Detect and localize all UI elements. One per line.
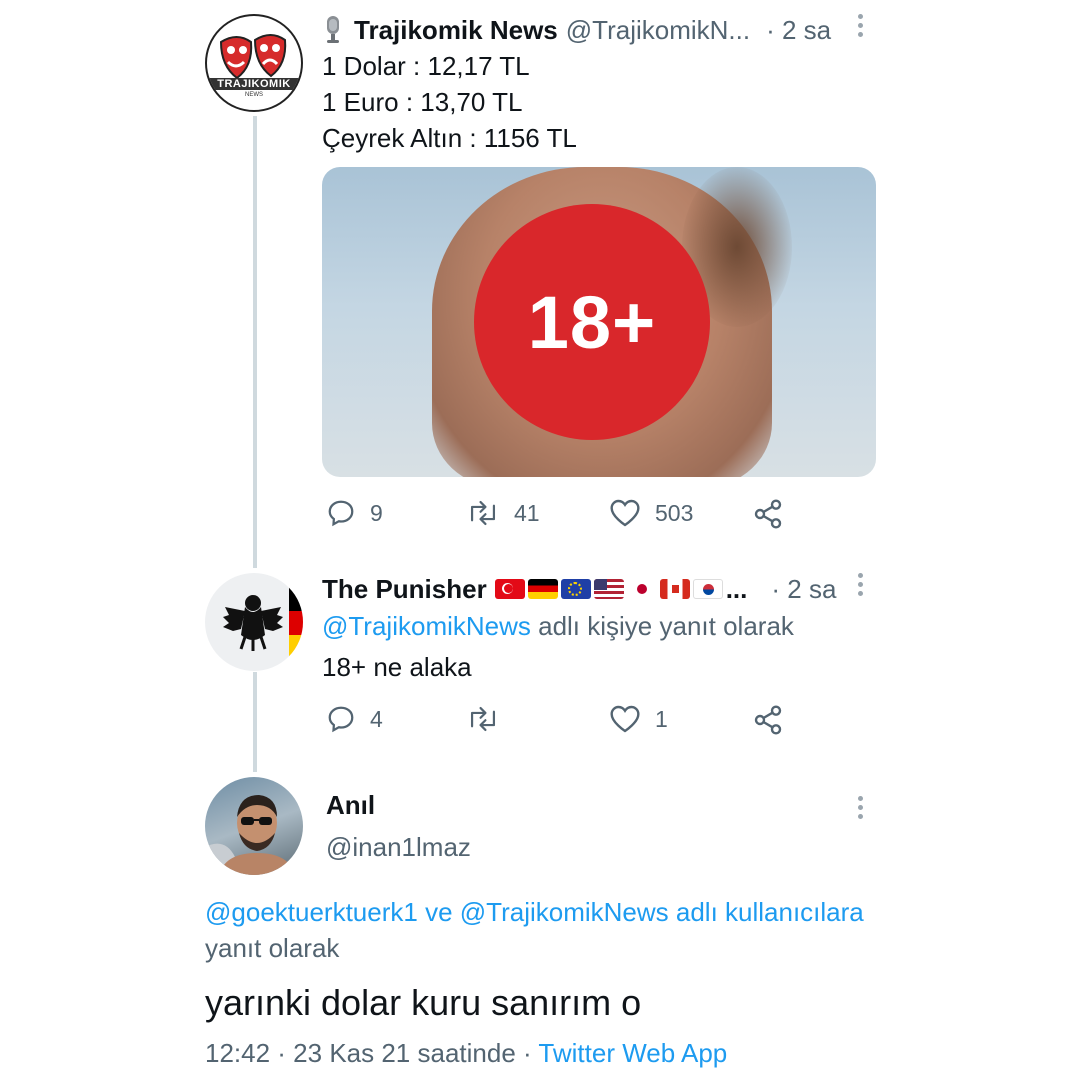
tweet-media[interactable]: 18+ xyxy=(322,167,876,477)
tweet-time[interactable]: · 2 sa xyxy=(771,574,836,605)
retweet-button[interactable] xyxy=(466,704,514,734)
eagle-coat-of-arms-icon xyxy=(223,587,303,659)
avatar-trajikomik[interactable]: TRAJIKOMIK NEWS xyxy=(205,14,303,112)
tweet-header: The Punisher ... · 2 sa xyxy=(322,571,836,607)
tweet-text: yarınki dolar kuru sanırım o xyxy=(205,982,642,1023)
reply-mention-2[interactable]: @TrajikomikNews xyxy=(460,897,669,927)
share-button[interactable] xyxy=(752,704,784,736)
age-restriction-badge: 18+ xyxy=(474,204,710,440)
like-button[interactable]: 1 xyxy=(609,704,668,734)
tweet-text: 18+ ne alaka xyxy=(322,652,472,682)
age-badge-label: 18+ xyxy=(527,280,657,364)
user-photo-icon xyxy=(205,795,295,875)
thread-connector-1 xyxy=(253,116,257,568)
reply-icon xyxy=(328,500,354,527)
reply-context-line2: yanıt olarak xyxy=(205,933,340,963)
avatar-logo-text: TRAJIKOMIK xyxy=(207,78,301,90)
reply-context: @goektuerktuerk1 ve @TrajikomikNews adlı… xyxy=(205,894,864,930)
retweet-icon xyxy=(470,500,496,526)
avatar-punisher[interactable] xyxy=(205,573,303,671)
author-name[interactable]: Anıl xyxy=(326,790,375,821)
author-handle[interactable]: @inan1lmaz xyxy=(326,832,471,863)
reply-button[interactable]: 9 xyxy=(326,498,383,528)
tweet-timestamp[interactable]: 12:42 · 23 Kas 21 saatinde · xyxy=(205,1038,538,1068)
more-options-icon[interactable] xyxy=(856,573,866,600)
like-button[interactable]: 503 xyxy=(609,498,693,528)
tweet-timestamp-row: 12:42 · 23 Kas 21 saatinde · Twitter Web… xyxy=(205,1035,727,1071)
tweet-source[interactable]: Twitter Web App xyxy=(538,1038,727,1068)
japan-flag-icon xyxy=(626,579,657,599)
share-icon xyxy=(754,705,782,735)
text-line-euro: 1 Euro : 13,70 TL xyxy=(322,87,523,117)
heart-icon xyxy=(610,705,640,733)
tweet-header: Trajikomik News @TrajikomikN... · 2 sa xyxy=(322,12,831,48)
reply-to-suffix: adlı kişiye yanıt olarak xyxy=(530,611,794,641)
eu-flag-icon xyxy=(560,579,591,599)
reply-mention-1[interactable]: @goektuerktuerk1 xyxy=(205,897,418,927)
retweet-count: 41 xyxy=(514,499,540,526)
turkey-flag-icon xyxy=(494,579,525,599)
like-count: 503 xyxy=(655,499,694,526)
usa-flag-icon xyxy=(593,579,624,599)
author-name[interactable]: The Punisher xyxy=(322,574,487,605)
retweet-button[interactable]: 41 xyxy=(466,498,540,528)
heart-icon xyxy=(610,499,640,527)
reply-button[interactable]: 4 xyxy=(326,704,383,734)
microphone-icon xyxy=(327,16,339,43)
tweet-time[interactable]: · 2 sa xyxy=(766,15,831,46)
germany-flag-icon xyxy=(527,579,558,599)
like-count: 1 xyxy=(655,705,668,732)
reply-count: 9 xyxy=(370,499,383,526)
canada-flag-icon xyxy=(659,579,690,599)
avatar-anil[interactable] xyxy=(205,777,303,875)
reply-conjunction: ve xyxy=(417,897,460,927)
reply-count: 4 xyxy=(370,705,383,732)
author-handle[interactable]: @TrajikomikN... xyxy=(566,15,750,46)
author-name[interactable]: Trajikomik News xyxy=(354,15,558,46)
reply-suffix: adlı kullanıcılara xyxy=(668,897,864,927)
flags-ellipsis: ... xyxy=(725,573,748,604)
text-line-gold: Çeyrek Altın : 1156 TL xyxy=(322,123,577,153)
more-options-icon[interactable] xyxy=(856,796,866,823)
avatar-logo-subtext: NEWS xyxy=(245,92,263,98)
reply-icon xyxy=(328,706,354,733)
retweet-icon xyxy=(470,706,496,732)
tweet-text: 1 Dolar : 12,17 TL 1 Euro : 13,70 TL Çey… xyxy=(322,48,577,156)
more-options-icon[interactable] xyxy=(856,14,866,41)
south-korea-flag-icon xyxy=(692,579,723,599)
text-line-dollar: 1 Dolar : 12,17 TL xyxy=(322,51,530,81)
share-button[interactable] xyxy=(752,498,784,530)
thread-connector-2 xyxy=(253,672,257,772)
share-icon xyxy=(754,499,782,529)
reply-to-mention[interactable]: @TrajikomikNews xyxy=(322,611,531,641)
reply-context: @TrajikomikNews adlı kişiye yanıt olarak xyxy=(322,608,794,644)
